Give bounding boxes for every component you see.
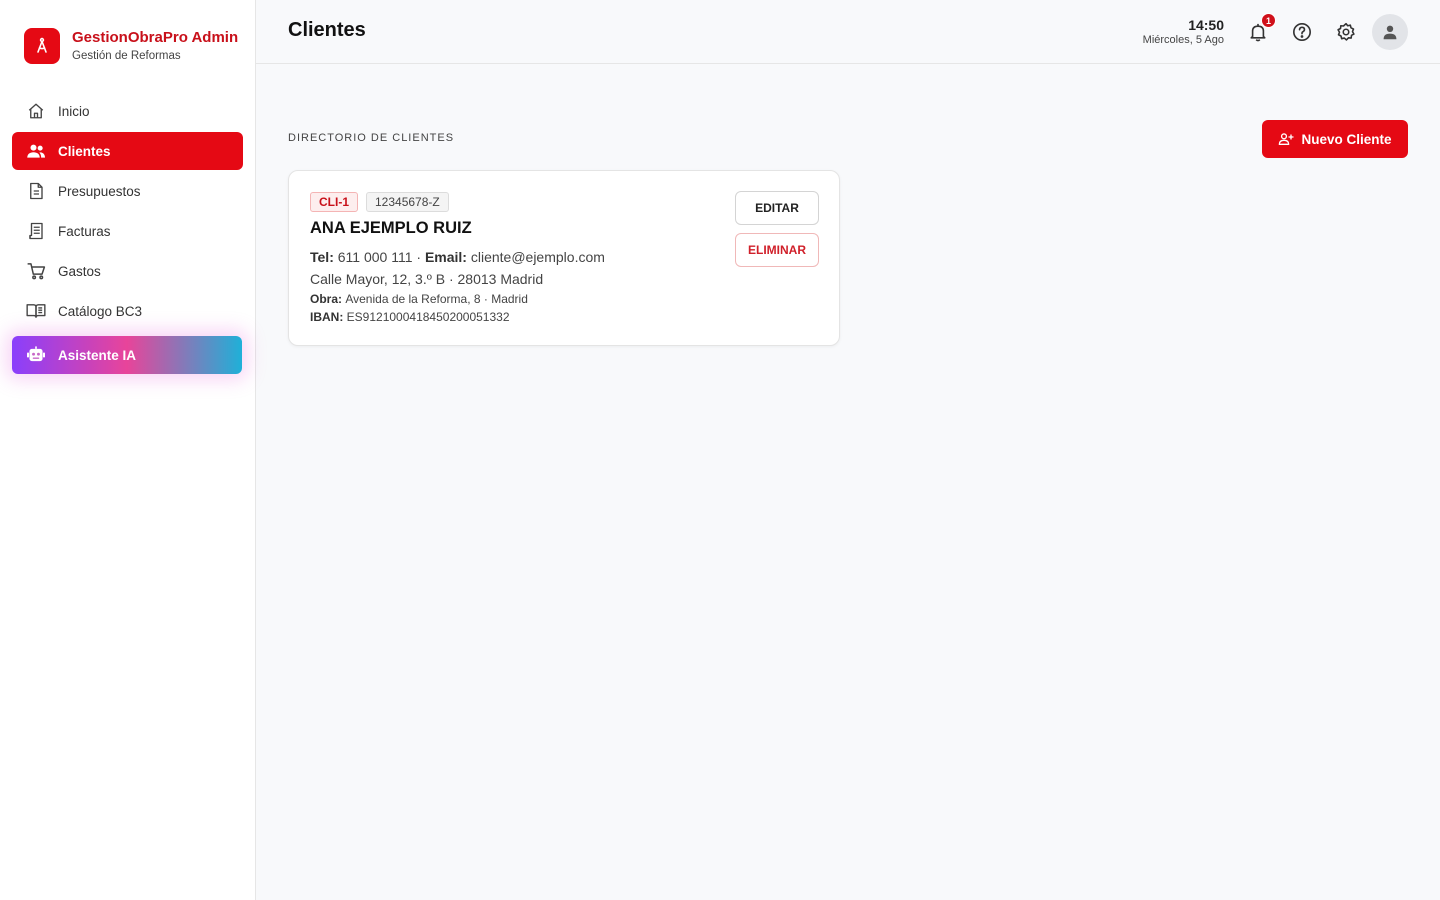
sidebar-item-inicio[interactable]: Inicio bbox=[12, 92, 243, 130]
brand[interactable]: GestionObraPro Admin Gestión de Reformas bbox=[24, 28, 238, 64]
gear-icon bbox=[1336, 22, 1356, 42]
section-title: DIRECTORIO DE CLIENTES bbox=[288, 132, 455, 144]
new-client-button[interactable]: Nuevo Cliente bbox=[1262, 120, 1408, 158]
clock-time: 14:50 bbox=[1188, 17, 1224, 33]
client-iban: IBAN: ES9121000418450200051332 bbox=[310, 310, 510, 324]
sidebar-item-label: Clientes bbox=[58, 143, 111, 159]
book-icon bbox=[26, 301, 46, 321]
avatar[interactable] bbox=[1372, 14, 1408, 50]
client-address: Calle Mayor, 12, 3.º B · 28013 Madrid bbox=[310, 271, 544, 287]
client-obra: Obra: Avenida de la Reforma, 8 · Madrid bbox=[310, 292, 528, 306]
new-client-label: Nuevo Cliente bbox=[1301, 131, 1392, 147]
help-button[interactable] bbox=[1290, 20, 1314, 44]
brand-title: GestionObraPro Admin bbox=[72, 28, 239, 46]
notifications-button[interactable]: 1 bbox=[1246, 13, 1276, 44]
sidebar-item-label: Inicio bbox=[58, 103, 90, 119]
receipt-icon bbox=[26, 221, 46, 241]
sidebar-item-facturas[interactable]: Facturas bbox=[12, 212, 243, 250]
clock-date: Miércoles, 5 Ago bbox=[1142, 34, 1224, 46]
client-name: ANA EJEMPLO RUIZ bbox=[310, 219, 472, 237]
settings-button[interactable] bbox=[1334, 20, 1358, 44]
tel-label: Tel: bbox=[310, 249, 338, 265]
sidebar-item-presupuestos[interactable]: Presupuestos bbox=[12, 172, 243, 210]
sidebar-nav: Inicio Clientes Presupuestos Facturas Ga… bbox=[12, 92, 243, 374]
help-icon bbox=[1292, 22, 1312, 42]
obra-label: Obra: bbox=[310, 292, 346, 306]
email-label: Email: bbox=[424, 249, 471, 265]
page-title: Clientes bbox=[288, 19, 366, 41]
client-contact: Tel: 611 000 111 · Email: cliente@ejempl… bbox=[310, 249, 605, 265]
document-icon bbox=[26, 181, 46, 201]
cart-icon bbox=[26, 261, 46, 281]
sidebar-item-label: Facturas bbox=[58, 223, 111, 239]
home-icon bbox=[26, 101, 46, 121]
client-obra-value: Avenida de la Reforma, 8 · Madrid bbox=[345, 292, 528, 306]
compass-logo-icon bbox=[24, 28, 60, 64]
brand-subtitle: Gestión de Reformas bbox=[72, 49, 181, 62]
add-user-icon bbox=[1278, 132, 1295, 146]
robot-icon bbox=[26, 345, 46, 365]
notification-badge: 1 bbox=[1261, 13, 1276, 28]
delete-button[interactable]: ELIMINAR bbox=[735, 233, 819, 267]
sidebar-item-label: Asistente IA bbox=[58, 347, 137, 363]
edit-button[interactable]: EDITAR bbox=[735, 191, 819, 225]
users-icon bbox=[26, 141, 46, 161]
clock: 14:50 Miércoles, 5 Ago bbox=[1143, 17, 1224, 47]
sidebar-item-label: Presupuestos bbox=[58, 183, 141, 199]
sidebar-item-asistente-ia[interactable]: Asistente IA bbox=[12, 336, 242, 374]
client-dni-badge: 12345678-Z bbox=[366, 192, 449, 212]
client-card: CLI-1 12345678-Z ANA EJEMPLO RUIZ Tel: 6… bbox=[288, 170, 840, 346]
separator-dot: · bbox=[416, 249, 425, 265]
top-header: Clientes 14:50 Miércoles, 5 Ago 1 bbox=[256, 0, 1440, 64]
sidebar-item-label: Catálogo BC3 bbox=[58, 303, 143, 319]
client-phone: 611 000 111 bbox=[337, 249, 413, 265]
sidebar-item-label: Gastos bbox=[58, 263, 101, 279]
client-iban-value: ES9121000418450200051332 bbox=[346, 310, 510, 324]
user-icon bbox=[1382, 24, 1398, 40]
sidebar: GestionObraPro Admin Gestión de Reformas… bbox=[0, 0, 256, 900]
sidebar-item-catalogo-bc3[interactable]: Catálogo BC3 bbox=[12, 292, 243, 330]
sidebar-item-gastos[interactable]: Gastos bbox=[12, 252, 243, 290]
sidebar-item-clientes[interactable]: Clientes bbox=[12, 132, 243, 170]
iban-label: IBAN: bbox=[310, 310, 347, 324]
client-email: cliente@ejemplo.com bbox=[470, 249, 605, 265]
client-id-badge: CLI-1 bbox=[310, 192, 358, 212]
